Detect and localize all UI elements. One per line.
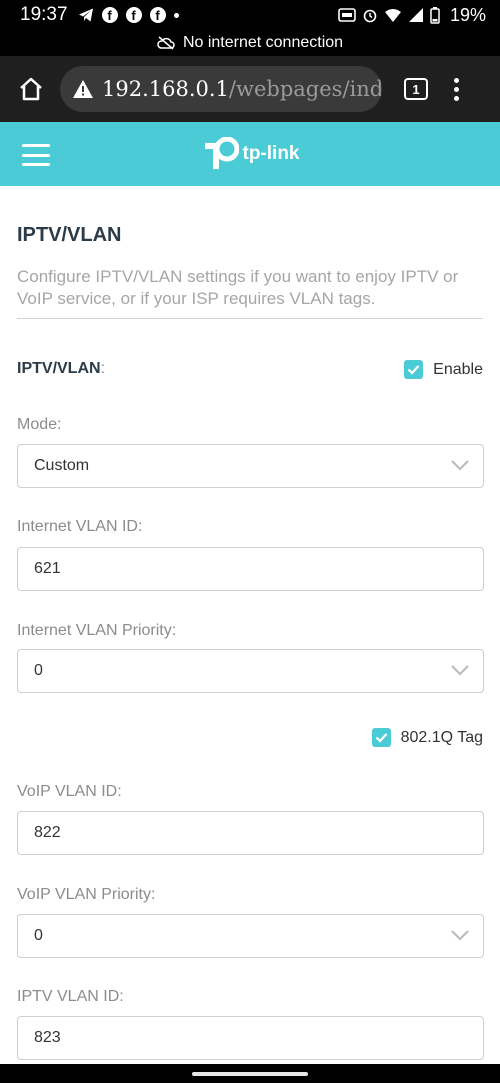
iptv-vlan-id-label: IPTV VLAN ID: xyxy=(17,988,124,1005)
menu-icon[interactable] xyxy=(22,144,50,166)
app-header: tp-link xyxy=(0,122,500,186)
browser-menu-button[interactable] xyxy=(454,77,459,101)
home-icon xyxy=(20,77,42,101)
home-gesture-handle[interactable] xyxy=(192,1071,308,1076)
voip-vlan-id-label: VoIP VLAN ID: xyxy=(17,783,122,800)
facebook-icon: f xyxy=(125,7,142,23)
battery-level: 19% xyxy=(449,4,486,25)
address-bar[interactable]: 192.168.0.1/webpages/inde xyxy=(60,66,382,112)
voip-vlan-priority-select[interactable]: 0 xyxy=(17,914,484,958)
notification-icons: f f f xyxy=(78,7,179,23)
more-vert-icon xyxy=(454,77,459,83)
telegram-icon xyxy=(78,8,93,22)
mode-value: Custom xyxy=(34,457,90,474)
hd-voice-icon xyxy=(338,8,356,22)
browser-toolbar: 192.168.0.1/webpages/inde 1 xyxy=(0,56,500,122)
iptv-vlan-id-input[interactable]: 823 xyxy=(17,1016,484,1060)
iptv-vlan-form: IPTV/VLAN Configure IPTV/VLAN settings i… xyxy=(0,186,500,1064)
system-icons: 19% xyxy=(338,5,486,26)
brand-name: tp-link xyxy=(242,143,300,164)
voip-vlan-id-input[interactable]: 822 xyxy=(17,811,484,855)
facebook-icon: f xyxy=(101,7,118,23)
enable-checkbox[interactable]: Enable xyxy=(404,360,483,379)
tp-link-logo-icon xyxy=(204,137,239,169)
facebook-icon: f xyxy=(149,7,166,23)
internet-vlan-id-input[interactable]: 621 xyxy=(17,547,484,591)
status-time: 19:37 xyxy=(20,4,68,25)
iptv-vlan-label: IPTV/VLAN: xyxy=(17,360,106,377)
mode-label: Mode: xyxy=(17,416,62,433)
enable-label: Enable xyxy=(433,360,483,378)
no-internet-text: No internet connection xyxy=(182,34,344,51)
url-path: /webpages/inde xyxy=(228,77,382,101)
internet-vlan-priority-select[interactable]: 0 xyxy=(17,649,484,693)
voip-vlan-id-value: 822 xyxy=(34,824,61,841)
internet-vlan-id-label: Internet VLAN ID: xyxy=(17,518,143,535)
alarm-icon xyxy=(363,9,377,23)
page-description: Configure IPTV/VLAN settings if you want… xyxy=(17,267,459,308)
tag-checkbox[interactable]: 802.1Q Tag xyxy=(371,728,483,747)
home-button[interactable] xyxy=(14,72,48,106)
voip-vlan-priority-value: 0 xyxy=(34,927,43,944)
brand-logo: tp-link xyxy=(201,137,300,171)
tab-switcher-button[interactable]: 1 xyxy=(404,78,428,100)
check-icon[interactable] xyxy=(404,360,424,379)
signal-icon xyxy=(408,8,423,22)
iptv-vlan-id-value: 823 xyxy=(34,1029,61,1046)
navigation-bar xyxy=(0,1064,500,1083)
chevron-down-icon xyxy=(451,460,469,471)
internet-vlan-id-value: 621 xyxy=(34,560,61,577)
no-internet-banner: No internet connection xyxy=(0,30,500,56)
more-notifications-icon xyxy=(173,12,179,18)
url-host: 192.168.0.1 xyxy=(102,77,229,101)
warning-icon[interactable] xyxy=(72,79,94,99)
page-title: IPTV/VLAN xyxy=(17,224,122,246)
chevron-down-icon xyxy=(451,665,469,676)
battery-icon xyxy=(430,6,440,24)
mode-select[interactable]: Custom xyxy=(17,444,484,488)
status-bar: 19:37 f f f 19% xyxy=(0,0,500,30)
internet-vlan-priority-value: 0 xyxy=(34,662,43,679)
wifi-icon xyxy=(384,9,401,22)
cloud-off-icon xyxy=(157,36,175,50)
internet-vlan-priority-label: Internet VLAN Priority: xyxy=(17,622,177,639)
tag-label: 802.1Q Tag xyxy=(400,728,483,746)
divider xyxy=(17,318,483,319)
check-icon[interactable] xyxy=(371,728,391,747)
voip-vlan-priority-label: VoIP VLAN Priority: xyxy=(17,886,156,903)
chevron-down-icon xyxy=(451,930,469,941)
